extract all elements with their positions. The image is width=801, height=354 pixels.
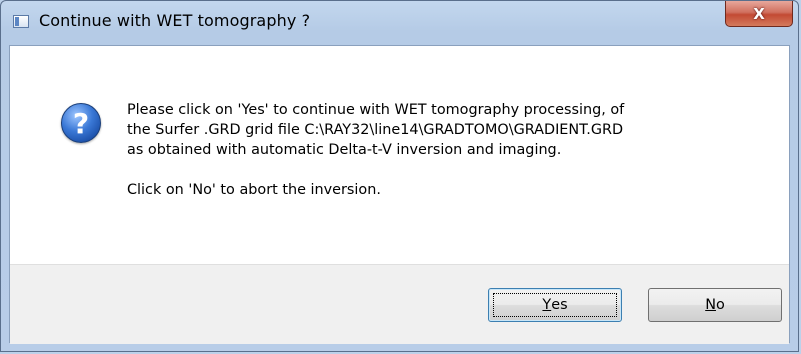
close-icon: X xyxy=(753,4,765,23)
no-label-rest: o xyxy=(715,297,725,313)
title-bar[interactable]: Continue with WET tomography ? X xyxy=(1,1,798,45)
no-mnemonic: N xyxy=(705,297,716,313)
message-text: Please click on 'Yes' to continue with W… xyxy=(127,100,767,200)
button-bar: Yes No xyxy=(10,264,789,344)
message-line-3: as obtained with automatic Delta-t-V inv… xyxy=(127,142,562,158)
dialog-client-area: ? Please click on 'Yes' to continue with… xyxy=(9,45,790,344)
window-title: Continue with WET tomography ? xyxy=(39,11,311,30)
yes-button[interactable]: Yes xyxy=(488,288,622,322)
question-icon: ? xyxy=(61,103,101,143)
message-line-4: Click on 'No' to abort the inversion. xyxy=(127,182,381,198)
close-button[interactable]: X xyxy=(725,1,793,27)
window-icon xyxy=(13,15,29,28)
no-button[interactable]: No xyxy=(648,288,782,322)
focus-rectangle xyxy=(493,293,617,317)
message-line-1: Please click on 'Yes' to continue with W… xyxy=(127,102,625,118)
message-line-2: the Surfer .GRD grid file C:\RAY32\line1… xyxy=(127,122,624,138)
message-area: ? Please click on 'Yes' to continue with… xyxy=(10,46,789,264)
dialog-window: Continue with WET tomography ? X ? Pleas… xyxy=(0,0,799,352)
